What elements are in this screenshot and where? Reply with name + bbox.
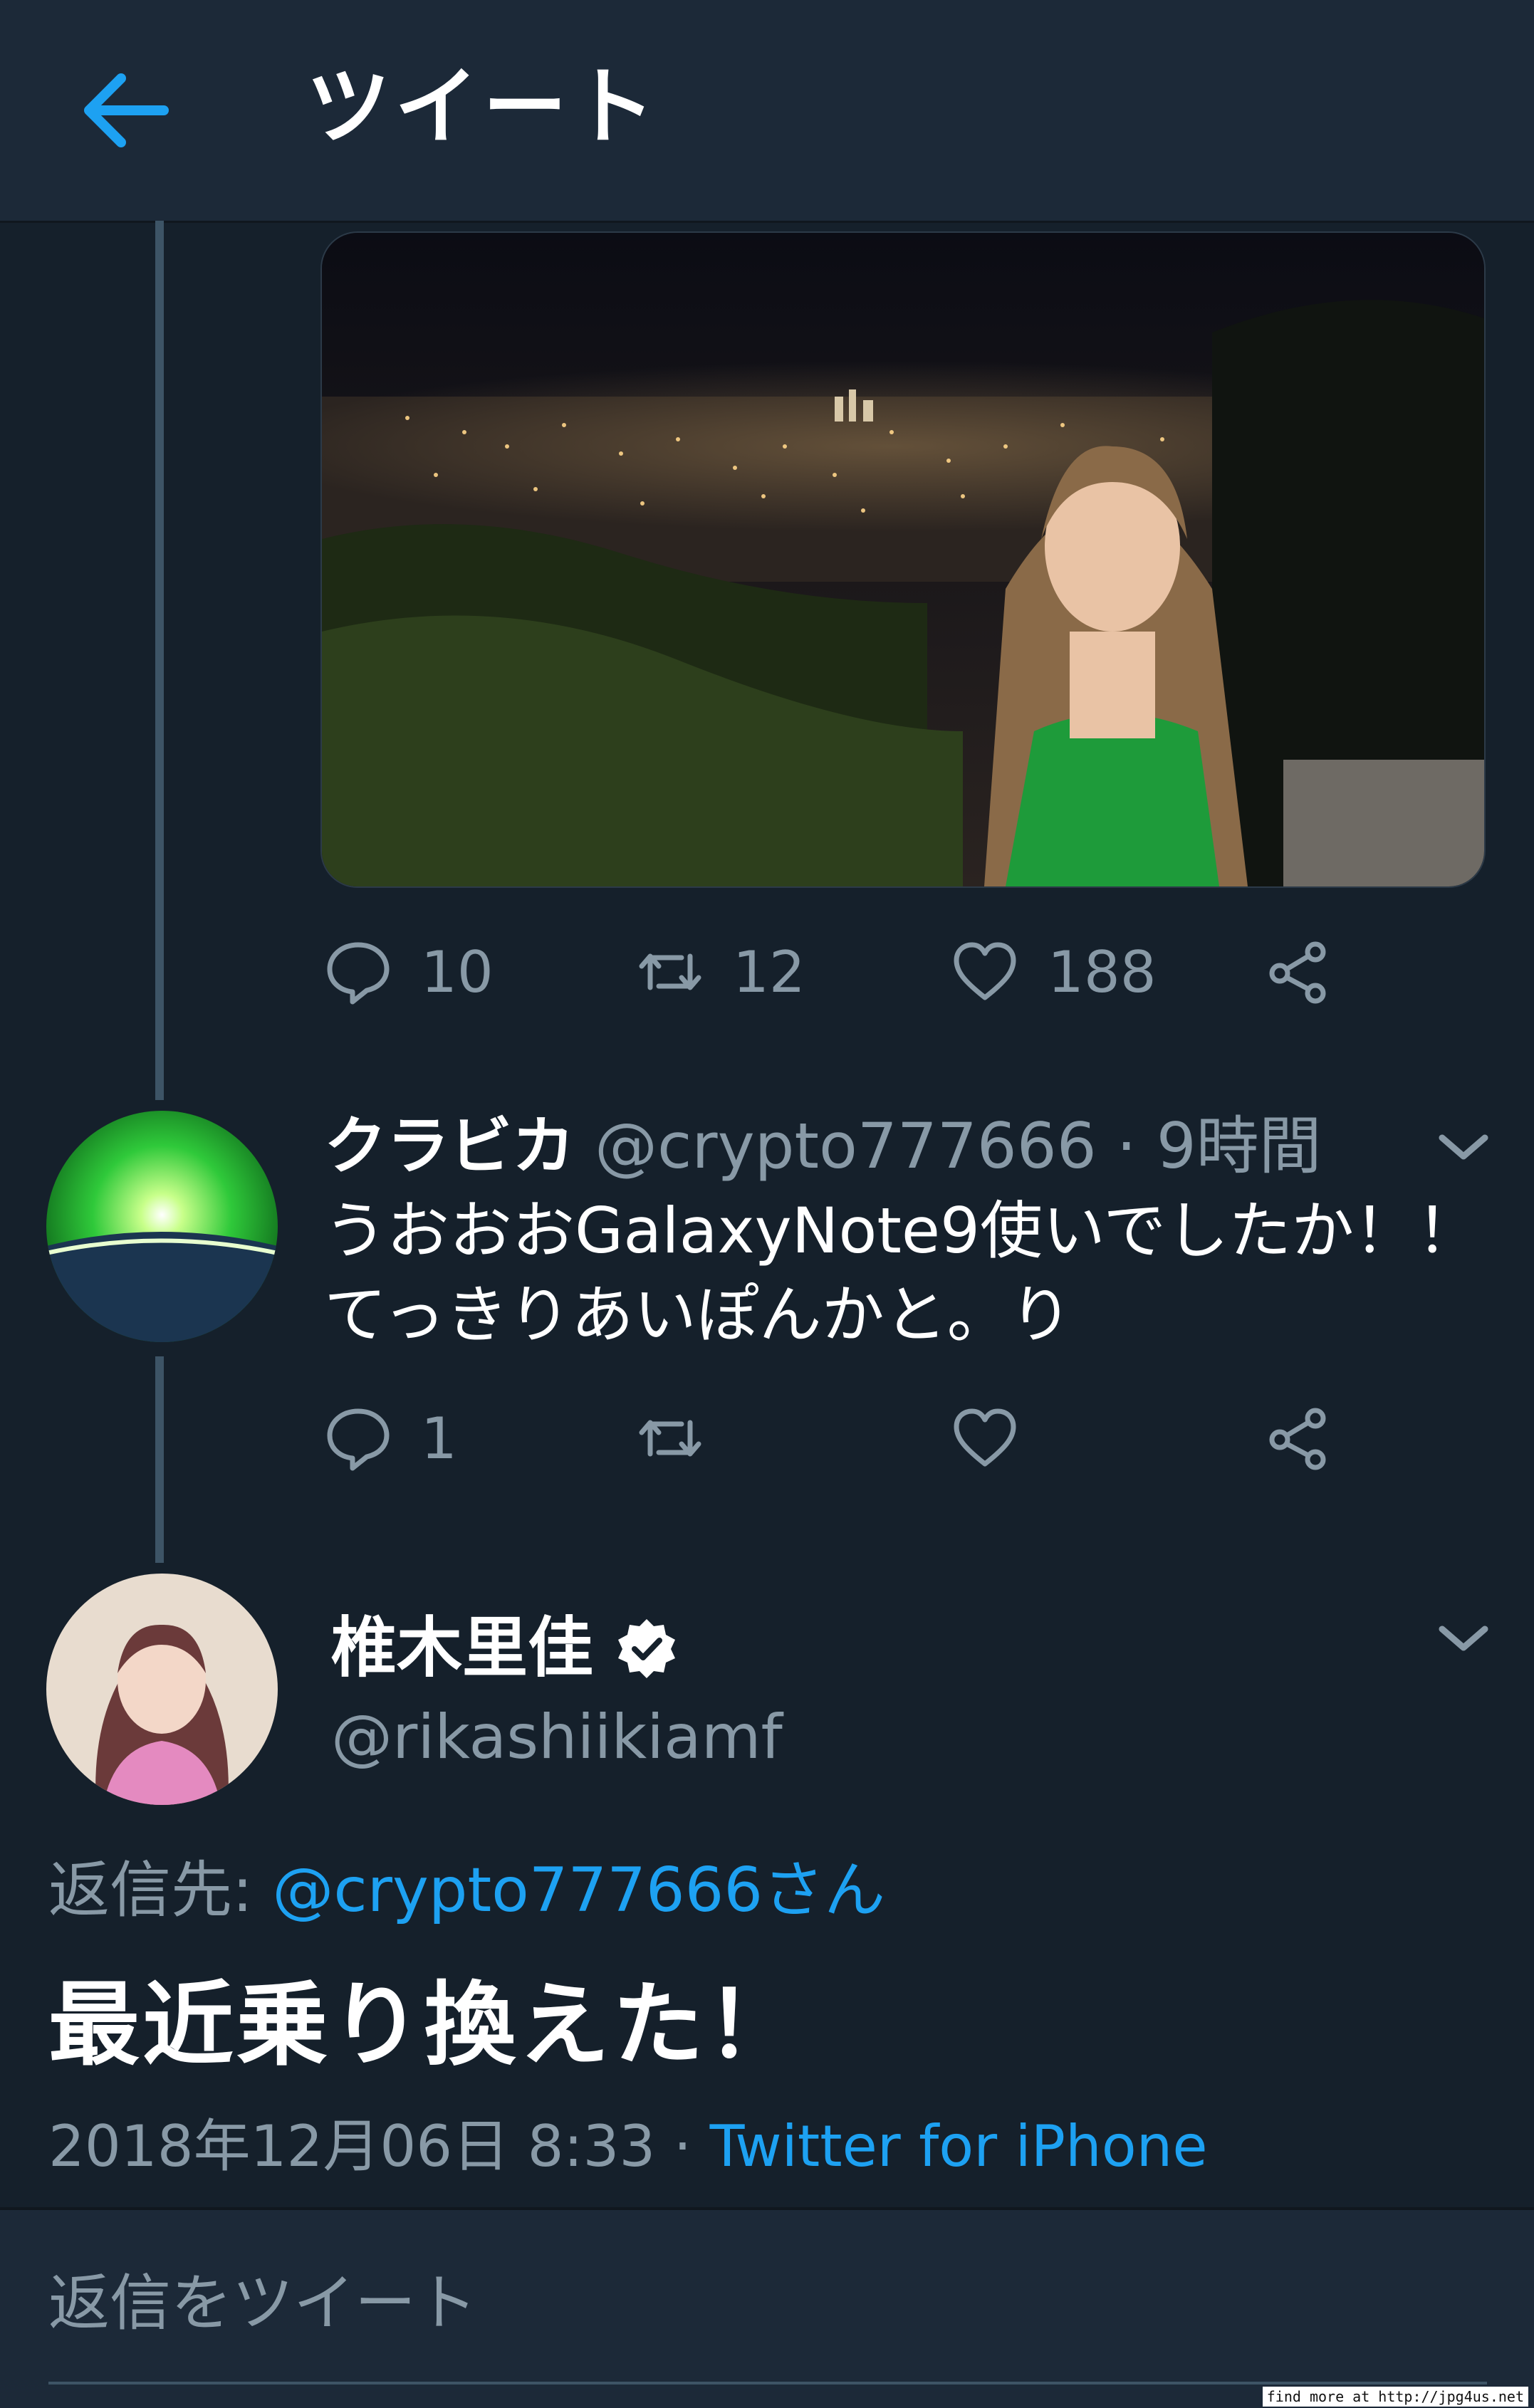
source-link[interactable]: Twitter for iPhone xyxy=(710,2113,1208,2179)
heart-icon xyxy=(954,1408,1016,1467)
reply-input[interactable]: 返信をツイート xyxy=(48,2257,477,2350)
share-icon xyxy=(1269,941,1326,1004)
display-name[interactable]: クラビカ xyxy=(324,1109,575,1183)
like-button[interactable] xyxy=(951,1388,1019,1488)
share-icon xyxy=(1269,1408,1326,1470)
verified-badge-icon xyxy=(618,1619,676,1678)
chevron-down-icon[interactable] xyxy=(1431,1125,1496,1168)
reply-count: 10 xyxy=(421,938,494,1005)
tweet-actions: 1 xyxy=(324,1388,1392,1488)
tweet-photo[interactable] xyxy=(320,231,1486,888)
arrow-left-icon[interactable] xyxy=(71,57,178,164)
tweet-text: うおおおGalaxyNote9使いでしたか！！ てっきりあいぽんかと。り xyxy=(324,1189,1492,1357)
chevron-down-icon[interactable] xyxy=(1431,1616,1496,1659)
handle-time: @crypto777666 · 9時間 xyxy=(595,1109,1322,1183)
reply-button[interactable]: 10 xyxy=(324,922,494,1022)
timestamp: 2018年12月06日 8:33 · xyxy=(48,2113,710,2179)
reply-to-line: 返信先: @crypto777666さん xyxy=(48,1844,885,1937)
page-title: ツイート xyxy=(306,58,660,156)
tweet-meta: 2018年12月06日 8:33 · Twitter for iPhone xyxy=(48,2100,1208,2193)
heart-icon xyxy=(954,942,1016,1000)
watermark-text: find more at http://jpg4us.net xyxy=(1262,2387,1528,2407)
display-name[interactable]: 椎木里佳 xyxy=(331,1602,679,1695)
retweet-icon xyxy=(639,953,701,990)
tweet-actions: 10 12 188 xyxy=(324,922,1392,1022)
header-bar: ツイート xyxy=(0,0,1534,223)
share-button[interactable] xyxy=(1264,922,1332,1022)
thread-line-middle xyxy=(155,1356,164,1563)
reply-input-underline xyxy=(48,2382,1487,2385)
tweet-text: 最近乗り換えた！ xyxy=(48,1972,801,2078)
retweet-button[interactable] xyxy=(636,1388,704,1488)
retweet-count: 12 xyxy=(733,938,805,1005)
like-button[interactable]: 188 xyxy=(951,922,1157,1022)
reply-icon xyxy=(327,942,390,1005)
display-name-text: 椎木里佳 xyxy=(331,1610,594,1686)
avatar[interactable] xyxy=(46,1574,278,1805)
share-button[interactable] xyxy=(1264,1388,1332,1488)
like-count: 188 xyxy=(1048,938,1157,1005)
avatar[interactable] xyxy=(46,1111,278,1342)
retweet-button[interactable]: 12 xyxy=(636,922,805,1022)
tweet-text-line: うおおおGalaxyNote9使いでしたか！！ xyxy=(324,1194,1480,1267)
reply-target-link[interactable]: @crypto777666さん xyxy=(272,1855,885,1926)
retweet-icon xyxy=(639,1420,701,1457)
tweet-header: クラビカ @crypto777666 · 9時間 xyxy=(324,1100,1322,1193)
reply-icon xyxy=(327,1408,390,1471)
reply-button[interactable]: 1 xyxy=(324,1388,457,1488)
reply-count: 1 xyxy=(421,1405,457,1472)
reply-to-label: 返信先: xyxy=(48,1855,273,1926)
tweet-text-line: てっきりあいぽんかと。り xyxy=(324,1278,1073,1351)
handle[interactable]: @rikashiikiamf xyxy=(331,1691,783,1784)
thread-line-top xyxy=(155,221,164,1100)
